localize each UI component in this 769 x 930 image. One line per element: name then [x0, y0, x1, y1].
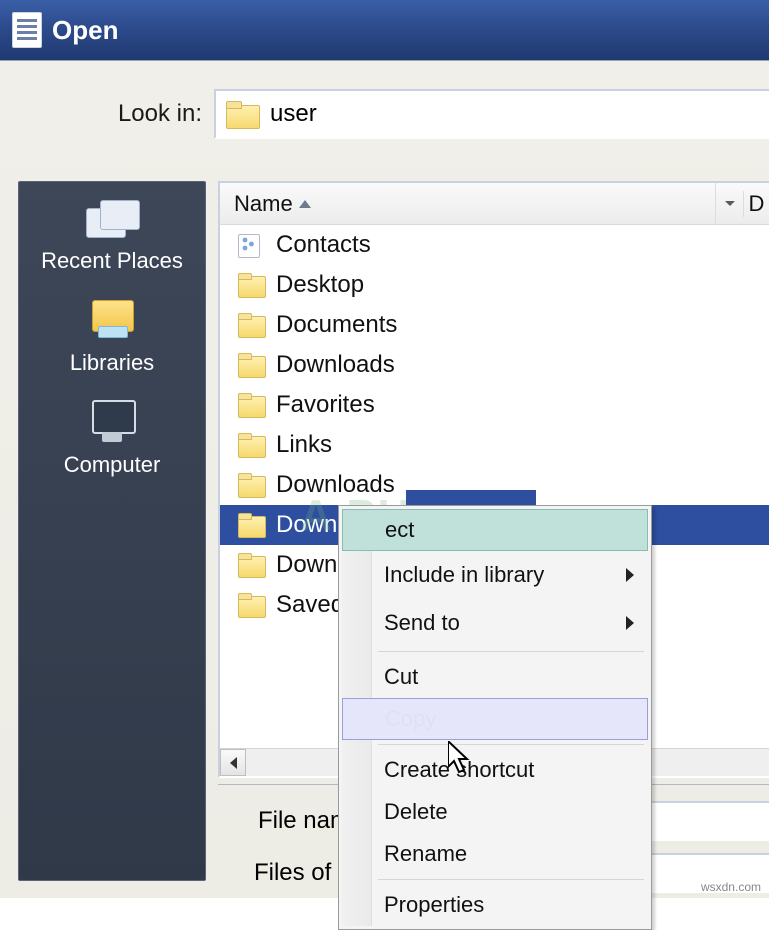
context-menu-item-label: Include in library	[384, 562, 544, 588]
file-name: Saved	[276, 591, 344, 619]
file-row[interactable]: Downloads	[220, 345, 769, 385]
context-menu-item-label: ect	[385, 517, 414, 543]
column-dropdown[interactable]	[715, 183, 743, 224]
context-menu-item[interactable]: Create shortcut	[342, 749, 648, 791]
lookin-value: user	[270, 100, 317, 128]
context-menu-item[interactable]: ect	[342, 509, 648, 551]
lookin-row: Look in: user	[0, 61, 769, 139]
file-name: Favorites	[276, 391, 375, 419]
context-menu[interactable]: ect Include in library Send to Cut Copy Creat…	[338, 505, 652, 930]
file-row[interactable]: Contacts	[220, 225, 769, 265]
folder-icon	[238, 313, 268, 337]
context-menu-item-label: Send to	[384, 610, 460, 636]
app-icon	[12, 12, 42, 48]
folder-icon	[238, 553, 268, 577]
place-libraries[interactable]: Libraries	[19, 292, 205, 394]
place-computer-label: Computer	[19, 452, 205, 478]
list-header: Name D	[220, 183, 769, 225]
context-menu-item-label: Cut	[384, 664, 418, 690]
dialog-body: Look in: user Recent Places Libraries Co…	[0, 60, 769, 898]
place-libraries-label: Libraries	[19, 350, 205, 376]
context-menu-item-label: Properties	[384, 892, 484, 918]
column-right[interactable]: D	[743, 191, 769, 217]
context-menu-item[interactable]: Properties	[342, 884, 648, 926]
recent-places-icon	[84, 198, 140, 242]
window-title: Open	[52, 15, 118, 46]
folder-icon	[238, 593, 268, 617]
place-computer[interactable]: Computer	[19, 394, 205, 496]
lookin-label: Look in:	[0, 100, 210, 128]
folder-icon	[238, 513, 268, 537]
folder-icon	[238, 273, 268, 297]
lookin-combo[interactable]: user	[214, 89, 769, 139]
context-menu-item[interactable]: Include in library	[342, 551, 648, 599]
sort-asc-icon	[299, 200, 311, 208]
context-menu-item[interactable]: Cut	[342, 656, 648, 698]
folder-icon	[238, 433, 268, 457]
context-menu-item[interactable]: Copy	[342, 698, 648, 740]
scroll-left-arrow-icon[interactable]	[220, 749, 246, 776]
computer-icon	[84, 398, 140, 446]
file-name: Documents	[276, 311, 397, 339]
context-menu-separator	[378, 651, 644, 652]
folder-icon	[238, 393, 268, 417]
file-row[interactable]: Links	[220, 425, 769, 465]
file-row[interactable]: Desktop	[220, 265, 769, 305]
file-row[interactable]: Documents	[220, 305, 769, 345]
site-watermark: wsxdn.com	[701, 880, 761, 894]
context-menu-item[interactable]: Rename	[342, 833, 648, 875]
context-menu-item-label: Create shortcut	[384, 757, 534, 783]
context-menu-item-label: Copy	[385, 706, 436, 732]
folder-icon	[238, 473, 268, 497]
context-menu-item-label: Delete	[384, 799, 448, 825]
place-recent[interactable]: Recent Places	[19, 194, 205, 292]
file-name: Desktop	[276, 271, 364, 299]
column-name-label: Name	[234, 191, 293, 217]
libraries-icon	[84, 296, 140, 344]
file-row[interactable]: Favorites	[220, 385, 769, 425]
file-name: Links	[276, 431, 332, 459]
file-name: Contacts	[276, 231, 371, 259]
column-name[interactable]: Name	[220, 191, 715, 217]
place-recent-label: Recent Places	[19, 248, 205, 274]
contacts-icon	[238, 233, 268, 257]
submenu-arrow-icon	[626, 568, 634, 582]
places-bar: Recent Places Libraries Computer	[18, 181, 206, 881]
submenu-arrow-icon	[626, 616, 634, 630]
context-menu-separator	[378, 879, 644, 880]
context-menu-item-label: Rename	[384, 841, 467, 867]
context-menu-item[interactable]: Delete	[342, 791, 648, 833]
folder-icon	[238, 353, 268, 377]
folder-icon	[226, 101, 258, 127]
context-menu-item[interactable]: Send to	[342, 599, 648, 647]
title-bar: Open	[0, 0, 769, 60]
context-menu-separator	[378, 744, 644, 745]
file-name: Downloads	[276, 351, 395, 379]
